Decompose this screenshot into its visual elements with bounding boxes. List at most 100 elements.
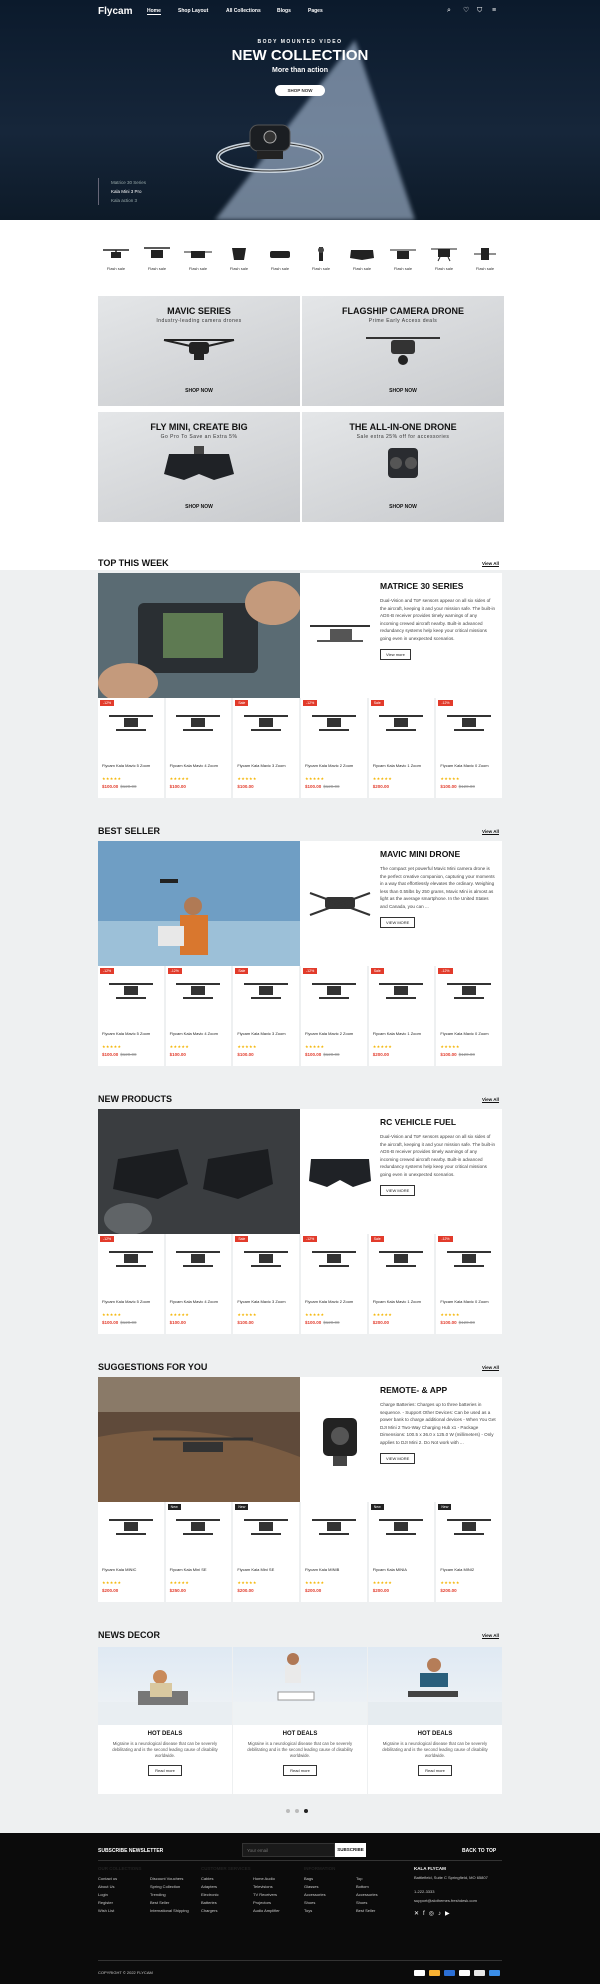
product-image[interactable] [172,706,225,746]
product-card[interactable]: -12% Flycam Kala Mavic 5 Zoom ★★★★★ $100.00… [98,966,164,1066]
product-image[interactable] [307,1510,360,1550]
product-image[interactable] [239,1242,292,1282]
product-card[interactable]: Flycam Kala MINIB ★★★★★ $200.00 [301,1502,367,1602]
product-image[interactable] [104,1242,157,1282]
product-card[interactable]: New Flycam Kala MINI2 ★★★★★ $200.00 [436,1502,503,1602]
product-card[interactable]: Sale Flycam Kala Mavic 3 Zoom ★★★★★ $100.00 [233,698,300,798]
nav-home[interactable]: Home [147,8,161,15]
view-more-button[interactable]: View more [380,648,411,660]
promo-fly-mini[interactable]: FLY MINI, CREATE BIG Go Pro To Save an E… [98,412,300,522]
footer-link[interactable]: Toys [304,1907,335,1915]
product-name[interactable]: Flycam Kala Mavic 2 Zoom [305,1031,363,1036]
footer-link[interactable]: Projectors [253,1899,280,1907]
slide-link[interactable]: Kala Mini 3 Pro [111,187,146,196]
product-card[interactable]: -12% Flycam Kala Mavic 0 Zoom ★★★★★ $100.00… [436,698,503,798]
product-card[interactable]: -12% Flycam Kala Mavic 0 Zoom ★★★★★ $100.00… [436,1234,503,1334]
footer-link[interactable]: Spring Collection [150,1883,189,1891]
read-more-button[interactable]: Read more [148,1765,182,1776]
promo-shop-now[interactable]: SHOP NOW [98,504,300,510]
footer-link[interactable]: International Shipping [150,1907,189,1915]
footer-link[interactable]: Adapters [201,1883,251,1891]
nav-blogs[interactable]: Blogs [277,8,291,14]
footer-link[interactable]: Televisions [253,1883,280,1891]
category-item[interactable]: Flash sale [263,245,297,271]
carousel-dot[interactable] [304,1809,308,1813]
newsletter-email-input[interactable] [242,1843,335,1857]
product-image[interactable] [172,1510,225,1550]
product-card[interactable]: -12% Flycam Kala Mavic 0 Zoom ★★★★★ $100.00… [436,966,503,1066]
product-name[interactable]: Flycam Kala Mavic 3 Zoom [237,763,295,768]
news-card[interactable]: HOT DEALS Migraine is a neurological dis… [98,1647,232,1794]
site-logo[interactable]: Flycam [98,6,132,17]
carousel-dot[interactable] [286,1809,290,1813]
category-item[interactable]: Flash sale [468,245,502,271]
footer-link[interactable]: Home Audio [253,1875,280,1883]
product-name[interactable]: Flycam Kala Mavic 2 Zoom [305,1299,363,1304]
footer-link[interactable]: Electronic [201,1891,251,1899]
footer-link[interactable]: Chargers [201,1907,251,1915]
footer-link[interactable]: Register [98,1899,142,1907]
product-card[interactable]: Sale Flycam Kala Mavic 1 Zoom ★★★★★ $200.00 [368,1234,435,1334]
view-all-link[interactable]: View All [482,829,499,834]
product-card[interactable]: -12% Flycam Kala Mavic 5 Zoom ★★★★★ $100.00… [98,698,164,798]
product-image[interactable] [442,1510,495,1550]
product-name[interactable]: Flycam Kala Mavic 1 Zoom [373,1299,431,1304]
product-image[interactable] [104,706,157,746]
view-all-link[interactable]: View All [482,1097,499,1102]
product-card[interactable]: -12% Flycam Kala Mavic 2 Zoom ★★★★★ $100.00… [301,1234,367,1334]
product-card[interactable]: Sale Flycam Kala Mavic 3 Zoom ★★★★★ $100.00 [233,1234,300,1334]
footer-link[interactable]: TV Receivers [253,1891,280,1899]
product-image[interactable] [307,974,360,1014]
product-name[interactable]: Flycam Kala MINIC [102,1567,160,1572]
product-image[interactable] [307,706,360,746]
promo-all-in-one[interactable]: THE ALL-IN-ONE DRONE Sale extra 25% off … [302,412,504,522]
news-card[interactable]: HOT DEALS Migraine is a neurological dis… [368,1647,502,1794]
product-card[interactable]: -12% Flycam Kala Mavic 2 Zoom ★★★★★ $100.00… [301,698,367,798]
footer-link[interactable]: Shoes [356,1899,378,1907]
view-more-button[interactable]: VIEW MORE [380,916,416,928]
product-card[interactable]: New Flycam Kala MINIA ★★★★★ $200.00 [368,1502,435,1602]
category-item[interactable]: Flash sale [99,245,133,271]
product-name[interactable]: Flycam Kala MINI2 [440,1567,498,1572]
nav-all-collections[interactable]: All Collections [226,8,261,14]
product-name[interactable]: Flycam Kala MINIA [373,1567,431,1572]
product-name[interactable]: Flycam Kala Mavic 2 Zoom [305,763,363,768]
read-more-button[interactable]: Read more [418,1765,452,1776]
product-card[interactable]: -12% Flycam Kala Mavic 4 Zoom ★★★★★ $100.00 [165,966,232,1066]
footer-link[interactable]: Shoes [304,1899,335,1907]
slide-link[interactable]: Matrice 30 Series [111,178,146,187]
product-card[interactable]: Flycam Kala Mavic 4 Zoom ★★★★★ $100.00 [165,698,232,798]
product-name[interactable]: Flycam Kala Mini SE [170,1567,228,1572]
view-all-link[interactable]: View All [482,1365,499,1370]
category-item[interactable]: Flash sale [427,245,461,271]
nav-pages[interactable]: Pages [308,8,323,14]
product-name[interactable]: Flycam Kala Mavic 0 Zoom [440,763,498,768]
product-name[interactable]: Flycam Kala Mavic 5 Zoom [102,1031,160,1036]
view-all-link[interactable]: View All [482,1633,499,1638]
product-name[interactable]: Flycam Kala Mini SE [237,1567,295,1572]
contact-email[interactable]: support@alothemes.freshdesk.com [414,1898,477,1903]
footer-link[interactable]: Login [98,1891,142,1899]
product-name[interactable]: Flycam Kala Mavic 4 Zoom [170,763,228,768]
product-name[interactable]: Flycam Kala Mavic 3 Zoom [237,1299,295,1304]
promo-shop-now[interactable]: SHOP NOW [302,388,504,394]
search-icon[interactable]: ⌕ [447,7,451,14]
footer-link[interactable]: Audio Amplifier [253,1907,280,1915]
subscribe-button[interactable]: SUBSCRIBE [335,1843,366,1857]
category-item[interactable]: Flash sale [181,245,215,271]
product-name[interactable]: Flycam Kala Mavic 4 Zoom [170,1031,228,1036]
product-card[interactable]: Sale Flycam Kala Mavic 3 Zoom ★★★★★ $100.00 [233,966,300,1066]
promo-flagship-drone[interactable]: FLAGSHIP CAMERA DRONE Prime Early Access… [302,296,504,406]
promo-mavic-series[interactable]: MAVIC SERIES Industry-leading camera dro… [98,296,300,406]
footer-link[interactable]: Best Seller [150,1899,189,1907]
instagram-icon[interactable]: ◎ [429,1911,438,1917]
product-image[interactable] [172,974,225,1014]
product-card[interactable]: Sale Flycam Kala Mavic 1 Zoom ★★★★★ $200.00 [368,698,435,798]
category-item[interactable]: Flash sale [386,245,420,271]
product-image[interactable] [104,1510,157,1550]
product-image[interactable] [442,974,495,1014]
product-name[interactable]: Flycam Kala Mavic 0 Zoom [440,1031,498,1036]
twitter-icon[interactable]: ✕ [414,1911,423,1917]
footer-link[interactable]: Top [356,1875,378,1883]
product-image[interactable] [172,1242,225,1282]
